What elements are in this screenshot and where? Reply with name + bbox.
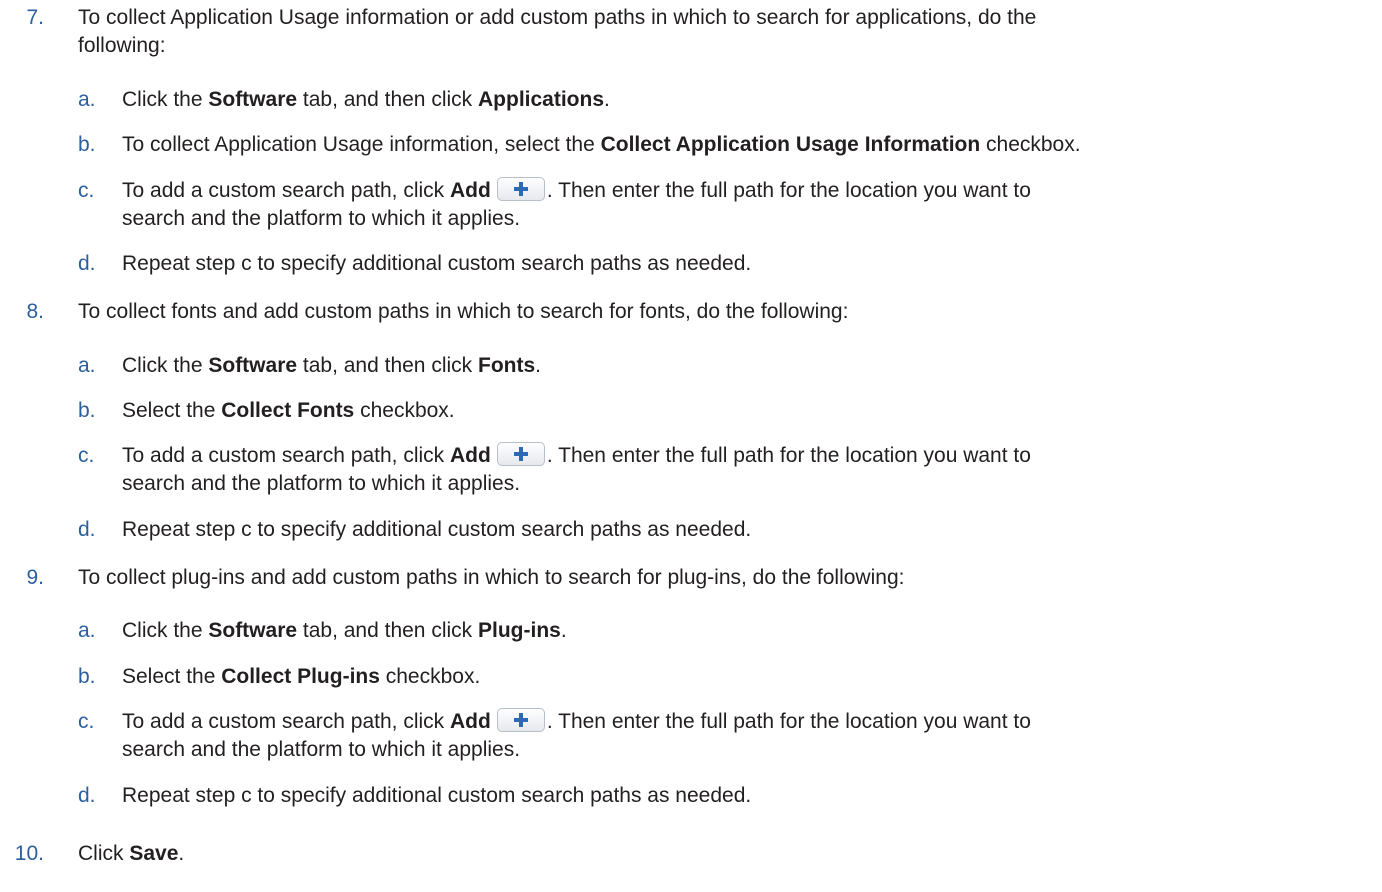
sub-letter: b. [78, 133, 96, 156]
plus-icon [513, 182, 528, 196]
step-text: To collect plug-ins and add custom paths… [78, 566, 905, 589]
sub-letter: a. [78, 619, 96, 642]
sub-letter: a. [78, 354, 96, 377]
sub-text: Click the Software tab, and then click P… [122, 619, 567, 642]
sub-text: To collect Application Usage information… [122, 133, 1081, 156]
step-text: To collect fonts and add custom paths in… [78, 300, 849, 323]
add-button[interactable] [496, 177, 545, 201]
sub-letter: b. [78, 665, 96, 688]
sub-text: To add a custom search path, click Add. … [122, 442, 1031, 495]
step-number: 9. [26, 566, 44, 589]
step-number: 8. [26, 300, 44, 323]
sub-letter: d. [78, 784, 96, 807]
save-label: Save [129, 842, 179, 865]
sub-letter: a. [78, 88, 96, 111]
sub-text: Repeat step c to specify additional cust… [122, 784, 752, 807]
plus-icon [513, 713, 528, 727]
sub-letter: c. [78, 179, 95, 202]
step-text: To collect Application Usage information… [78, 6, 1037, 57]
sub-text: Click the Software tab, and then click F… [122, 354, 541, 377]
sub-letter: b. [78, 399, 96, 422]
sub-text: Repeat step c to specify additional cust… [122, 518, 752, 541]
sub-letter: d. [78, 252, 96, 275]
sub-text: To add a custom search path, click Add. … [122, 177, 1031, 230]
sub-text: To add a custom search path, click Add. … [122, 708, 1031, 761]
sub-letter: c. [78, 710, 95, 733]
add-button[interactable] [496, 442, 545, 466]
sub-text: Select the Collect Plug-ins checkbox. [122, 665, 481, 688]
plus-icon [513, 447, 528, 461]
sub-text: Click the Software tab, and then click A… [122, 88, 610, 111]
sub-letter: c. [78, 444, 95, 467]
step-number: 10. [14, 842, 44, 865]
step-number: 7. [26, 6, 44, 29]
sub-text: Repeat step c to specify additional cust… [122, 252, 752, 275]
sub-letter: d. [78, 518, 96, 541]
sub-text: Select the Collect Fonts checkbox. [122, 399, 455, 422]
add-button[interactable] [496, 708, 545, 732]
step-text: Click Save. [78, 842, 185, 865]
